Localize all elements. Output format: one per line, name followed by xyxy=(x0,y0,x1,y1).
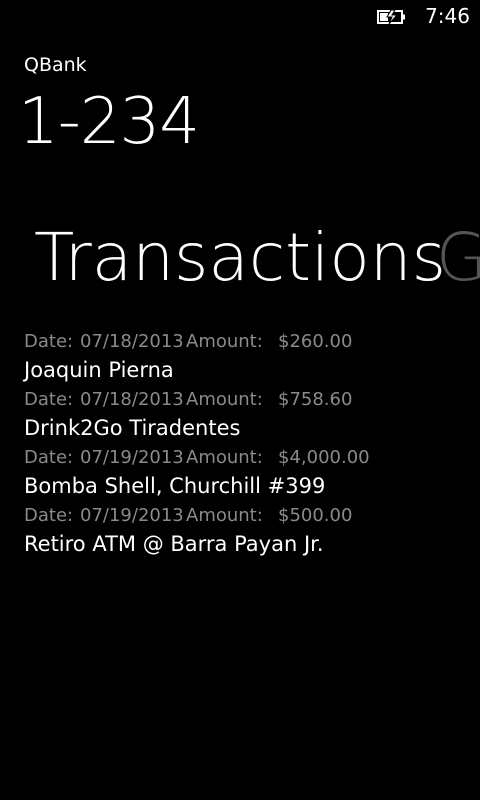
transaction-list: Date: 07/18/2013 Amount: $260.00 Joaquin Pi… xyxy=(24,329,464,561)
date-label: Date: xyxy=(24,505,74,526)
transaction-meta: Date: 07/19/2013 Amount: $500.00 xyxy=(24,503,464,529)
transaction-meta: Date: 07/18/2013 Amount: $260.00 xyxy=(24,329,464,355)
transaction-amount: $758.60 xyxy=(278,389,353,410)
amount-label: Amount: xyxy=(186,447,263,468)
battery-charging-icon xyxy=(377,9,405,25)
transaction-date: 07/19/2013 xyxy=(80,447,184,468)
app-title: QBank xyxy=(24,54,87,76)
date-label: Date: xyxy=(24,331,74,352)
amount-label: Amount: xyxy=(186,331,263,352)
status-bar: 7:46 xyxy=(0,0,480,32)
transaction-date: 07/18/2013 xyxy=(80,331,184,352)
pivot-header-next-glyph: G xyxy=(436,219,480,296)
transaction-amount: $500.00 xyxy=(278,505,353,526)
transaction-item[interactable]: Date: 07/18/2013 Amount: $758.60 Drink2Go T… xyxy=(24,387,464,445)
transaction-amount: $260.00 xyxy=(278,331,353,352)
transaction-date: 07/19/2013 xyxy=(80,505,184,526)
transaction-item[interactable]: Date: 07/18/2013 Amount: $260.00 Joaquin Pi… xyxy=(24,329,464,387)
transaction-amount: $4,000.00 xyxy=(278,447,370,468)
amount-label: Amount: xyxy=(186,389,263,410)
transaction-payee: Bomba Shell, Churchill #399 xyxy=(24,474,326,498)
transaction-item[interactable]: Date: 07/19/2013 Amount: $500.00 Retiro ATM… xyxy=(24,503,464,561)
pivot-header-transactions[interactable]: Transactions xyxy=(34,218,446,298)
transaction-payee: Joaquin Pierna xyxy=(24,358,174,382)
transaction-date: 07/18/2013 xyxy=(80,389,184,410)
transaction-payee: Retiro ATM @ Barra Payan Jr. xyxy=(24,532,324,556)
amount-label: Amount: xyxy=(186,505,263,526)
pivot-header-next[interactable]: G xyxy=(432,218,480,298)
transaction-meta: Date: 07/19/2013 Amount: $4,000.00 xyxy=(24,445,464,471)
date-label: Date: xyxy=(24,447,74,468)
account-number: 1-234 xyxy=(18,85,200,159)
transaction-payee: Drink2Go Tiradentes xyxy=(24,416,241,440)
date-label: Date: xyxy=(24,389,74,410)
clock: 7:46 xyxy=(425,4,470,28)
transaction-item[interactable]: Date: 07/19/2013 Amount: $4,000.00 Bomba Sh… xyxy=(24,445,464,503)
transaction-meta: Date: 07/18/2013 Amount: $758.60 xyxy=(24,387,464,413)
